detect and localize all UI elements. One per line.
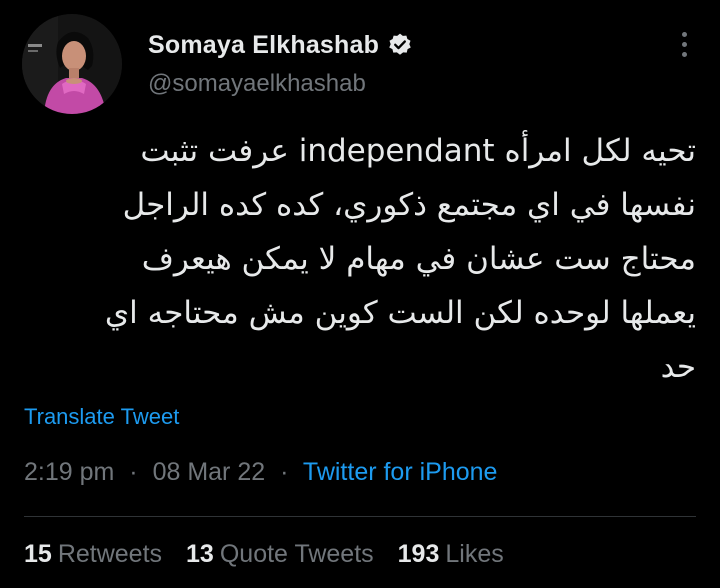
tweet-text-line: حد [660,349,696,385]
tweet-time[interactable]: 2:19 pm [24,458,114,486]
tweet-card: Somaya Elkhashab @somayaelkhashab تحيه ل… [0,0,720,588]
tweet-stats: 15 Retweets 13 Quote Tweets 193 Likes [24,540,528,569]
name-row: Somaya Elkhashab [148,28,413,62]
quote-tweets-label: Quote Tweets [219,540,374,568]
user-handle[interactable]: @somayaelkhashab [148,70,366,98]
more-dot [681,41,687,47]
divider [24,516,696,517]
more-dot [681,51,687,57]
tweet-header: Somaya Elkhashab @somayaelkhashab [22,14,702,114]
retweets-label: Retweets [57,540,163,568]
retweets-stat[interactable]: 15 Retweets [24,540,162,569]
tweet-source-link[interactable]: Twitter for iPhone [303,458,498,486]
tweet-text-line: محتاج ست عشان في مهام لا يمكن هيعرف [141,241,696,277]
quote-tweets-stat[interactable]: 13 Quote Tweets [186,540,374,569]
tweet-text-line: يعملها لوحده لكن الست كوين مش محتاجه اي [104,295,696,331]
display-name[interactable]: Somaya Elkhashab [148,31,379,60]
quote-tweets-count: 13 [186,540,214,568]
meta-separator: · [280,458,289,486]
avatar-photo [22,14,122,114]
likes-stat[interactable]: 193 Likes [398,540,504,569]
avatar[interactable] [22,14,122,114]
tweet-text-line: تحيه لكل امرأه independant عرفت تثبت [140,133,696,169]
tweet-date[interactable]: 08 Mar 22 [153,458,266,486]
tweet-meta: 2:19 pm · 08 Mar 22 · Twitter for iPhone [24,458,497,487]
translate-tweet-link[interactable]: Translate Tweet [24,404,179,430]
tweet-text-line: نفسها في اي مجتمع ذكوري، كده كده الراجل [122,187,696,223]
likes-label: Likes [445,540,504,568]
retweets-count: 15 [24,540,52,568]
more-dot [681,31,687,37]
likes-count: 193 [397,540,440,568]
verified-badge-icon [387,32,413,58]
tweet-text: تحيه لكل امرأه independant عرفت تثبت نفس… [24,124,696,394]
more-options-icon[interactable] [670,28,698,60]
meta-separator: · [129,458,138,486]
